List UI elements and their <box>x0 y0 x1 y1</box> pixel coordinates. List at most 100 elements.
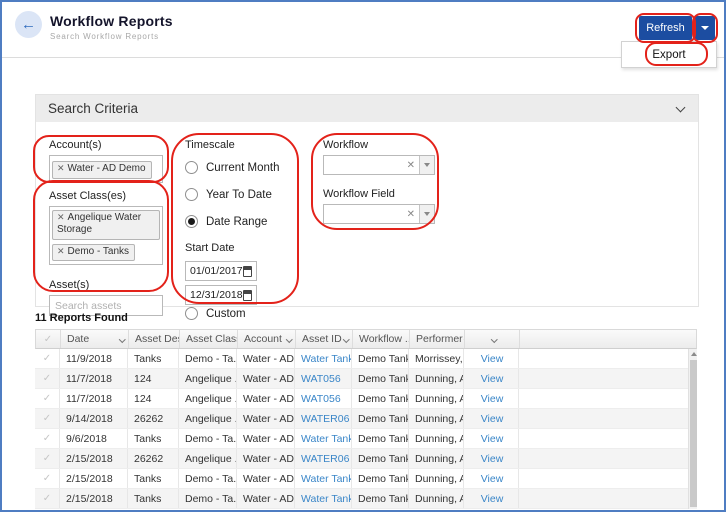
page-title: Workflow Reports <box>50 13 173 29</box>
calendar-icon[interactable] <box>243 290 252 301</box>
table-row[interactable]: ✓ 2/15/2018 26262 Angelique ... Water - … <box>35 449 688 469</box>
cell-asset-class: Angelique ... <box>179 409 237 428</box>
header-label: Asset ID <box>302 333 342 345</box>
remove-tag-icon[interactable]: ✕ <box>57 212 65 222</box>
header-asset-id[interactable]: Asset ID <box>296 330 353 348</box>
view-link[interactable]: View <box>481 473 504 485</box>
view-link[interactable]: View <box>481 433 504 445</box>
asset-classes-input[interactable]: ✕Angelique Water Storage ✕Demo - Tanks <box>49 206 163 266</box>
remove-tag-icon[interactable]: ✕ <box>57 246 65 256</box>
chevron-down-icon <box>491 336 497 342</box>
view-link[interactable]: View <box>481 353 504 365</box>
header-performer[interactable]: Performer <box>410 330 465 348</box>
header-workflow[interactable]: Workflow ... <box>353 330 410 348</box>
cell-asset-id-link[interactable]: WAT056 <box>295 369 352 388</box>
accounts-input[interactable]: ✕Water - AD Demo <box>49 155 163 183</box>
cell-account: Water - AD... <box>237 409 295 428</box>
cell-asset-id-link[interactable]: Water Tank... <box>295 349 352 368</box>
workflow-field-label: Workflow Field <box>323 188 437 200</box>
header-select-all[interactable]: ✓ <box>36 330 61 348</box>
view-link[interactable]: View <box>481 493 504 505</box>
radio-custom[interactable]: Custom <box>185 307 305 320</box>
refresh-button[interactable]: Refresh <box>639 16 692 40</box>
dropdown-button[interactable] <box>419 156 434 174</box>
collapse-chevron-icon[interactable] <box>676 102 686 112</box>
row-select-cell[interactable]: ✓ <box>35 389 60 408</box>
row-select-cell[interactable]: ✓ <box>35 429 60 448</box>
radio-date-range[interactable]: Date Range <box>185 215 305 228</box>
refresh-dropdown-button[interactable] <box>695 16 715 40</box>
view-link[interactable]: View <box>481 453 504 465</box>
back-button[interactable]: ← <box>15 11 42 38</box>
view-link[interactable]: View <box>481 373 504 385</box>
scroll-up-icon[interactable] <box>691 352 697 356</box>
table-row[interactable]: ✓ 9/6/2018 Tanks Demo - Ta... Water - AD… <box>35 429 688 449</box>
cell-asset-id-link[interactable]: WATER06 <box>295 409 352 428</box>
caret-down-icon <box>424 212 430 216</box>
end-date-input[interactable]: 12/31/2018 <box>185 285 257 305</box>
table-scrollbar[interactable] <box>688 349 697 509</box>
dropdown-button[interactable] <box>419 205 434 223</box>
cell-asset-desc: Tanks <box>128 469 179 488</box>
cell-asset-id-link[interactable]: WATER06 <box>295 449 352 468</box>
cell-asset-desc: Tanks <box>128 429 179 448</box>
header-account[interactable]: Account <box>238 330 296 348</box>
workflow-field-select[interactable]: ✕ <box>323 204 435 224</box>
view-link[interactable]: View <box>481 413 504 425</box>
header-label: Date <box>67 333 89 345</box>
header-asset-desc[interactable]: Asset Desc... <box>129 330 180 348</box>
row-select-cell[interactable]: ✓ <box>35 489 60 508</box>
export-menu-item[interactable]: Export <box>652 49 685 61</box>
check-icon: ✓ <box>43 453 51 464</box>
start-date-input[interactable]: 01/01/2017 <box>185 261 257 281</box>
cell-asset-class: Angelique ... <box>179 449 237 468</box>
cell-performer: Dunning, A... <box>409 489 464 508</box>
cell-filler <box>519 389 688 408</box>
scrollbar-thumb[interactable] <box>690 360 697 507</box>
account-tag[interactable]: ✕Water - AD Demo <box>52 161 152 179</box>
row-select-cell[interactable]: ✓ <box>35 409 60 428</box>
asset-class-tag[interactable]: ✕Demo - Tanks <box>52 244 135 262</box>
radio-year-to-date[interactable]: Year To Date <box>185 188 305 201</box>
table-row[interactable]: ✓ 11/7/2018 124 Angelique ... Water - AD… <box>35 389 688 409</box>
cell-asset-desc: 124 <box>128 389 179 408</box>
table-row[interactable]: ✓ 11/9/2018 Tanks Demo - Ta... Water - A… <box>35 349 688 369</box>
check-icon: ✓ <box>43 373 51 384</box>
cell-asset-id-link[interactable]: Water Tank... <box>295 489 352 508</box>
cell-filler <box>519 469 688 488</box>
view-link[interactable]: View <box>481 393 504 405</box>
accounts-label: Account(s) <box>49 139 163 151</box>
radio-label: Year To Date <box>206 189 272 201</box>
header-date[interactable]: Date <box>61 330 129 348</box>
timescale-column: Timescale Current Month Year To Date Dat… <box>185 139 305 320</box>
calendar-icon[interactable] <box>243 266 252 277</box>
search-criteria-header[interactable]: Search Criteria <box>36 95 698 122</box>
cell-asset-id-link[interactable]: Water Tank... <box>295 429 352 448</box>
clear-icon[interactable]: ✕ <box>403 209 419 220</box>
table-row[interactable]: ✓ 11/7/2018 124 Angelique ... Water - AD… <box>35 369 688 389</box>
assets-label: Asset(s) <box>49 279 163 291</box>
table-row[interactable]: ✓ 2/15/2018 Tanks Demo - Ta... Water - A… <box>35 489 688 509</box>
table-row[interactable]: ✓ 9/14/2018 26262 Angelique ... Water - … <box>35 409 688 429</box>
cell-date: 2/15/2018 <box>60 489 128 508</box>
check-icon: ✓ <box>43 493 51 504</box>
row-select-cell[interactable]: ✓ <box>35 449 60 468</box>
table-row[interactable]: ✓ 2/15/2018 Tanks Demo - Ta... Water - A… <box>35 469 688 489</box>
header-actions[interactable] <box>465 330 520 348</box>
radio-current-month[interactable]: Current Month <box>185 161 305 174</box>
cell-asset-id-link[interactable]: Water Tank... <box>295 469 352 488</box>
radio-icon <box>185 307 198 320</box>
asset-class-tag-label: Demo - Tanks <box>68 246 130 257</box>
cell-account: Water - AD... <box>237 369 295 388</box>
header-asset-class[interactable]: Asset Class <box>180 330 238 348</box>
asset-class-tag[interactable]: ✕Angelique Water Storage <box>52 210 160 240</box>
clear-icon[interactable]: ✕ <box>403 160 419 171</box>
remove-tag-icon[interactable]: ✕ <box>57 163 65 173</box>
row-select-cell[interactable]: ✓ <box>35 349 60 368</box>
check-icon: ✓ <box>43 473 51 484</box>
row-select-cell[interactable]: ✓ <box>35 369 60 388</box>
cell-performer: Dunning, A... <box>409 469 464 488</box>
workflow-select[interactable]: ✕ <box>323 155 435 175</box>
row-select-cell[interactable]: ✓ <box>35 469 60 488</box>
cell-asset-id-link[interactable]: WAT056 <box>295 389 352 408</box>
